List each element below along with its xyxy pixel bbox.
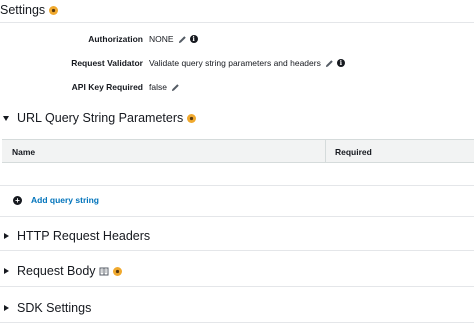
help-info-icon[interactable] <box>49 5 59 15</box>
pencil-icon[interactable] <box>178 35 187 44</box>
caret-down-icon <box>3 115 9 121</box>
authorization-label: Authorization <box>88 34 143 44</box>
authorization-value: NONE <box>149 34 174 44</box>
divider <box>0 286 474 287</box>
column-separator <box>325 140 326 162</box>
sdk-settings-title: SDK Settings <box>17 301 92 315</box>
api-key-required-value-row: false <box>149 82 180 92</box>
column-name[interactable]: Name <box>12 147 35 157</box>
caret-right-icon <box>4 233 9 239</box>
settings-title: Settings <box>0 3 59 17</box>
divider <box>0 322 474 323</box>
query-params-toggle[interactable]: URL Query String Parameters <box>0 111 197 125</box>
authorization-value-row: NONE i <box>149 34 198 44</box>
pencil-icon[interactable] <box>171 83 180 92</box>
request-validator-value-row: Validate query string parameters and hea… <box>149 58 345 68</box>
query-params-table-header: Name Required <box>2 139 474 163</box>
caret-right-icon <box>4 305 9 311</box>
divider <box>0 250 474 251</box>
divider <box>0 216 474 217</box>
table-bottom-divider <box>0 185 474 186</box>
plus-circle-icon: + <box>13 195 22 205</box>
api-key-required-value: false <box>149 82 167 92</box>
info-circle-icon[interactable]: i <box>336 59 345 67</box>
help-info-icon[interactable] <box>112 266 122 276</box>
add-query-string-button[interactable]: + Add query string <box>13 195 99 205</box>
add-query-string-label: Add query string <box>31 195 100 205</box>
divider <box>0 22 474 23</box>
http-request-headers-title: HTTP Request Headers <box>17 229 151 243</box>
http-request-headers-toggle[interactable]: HTTP Request Headers <box>0 229 150 243</box>
sdk-settings-toggle[interactable]: SDK Settings <box>0 301 91 315</box>
column-required[interactable]: Required <box>335 147 372 157</box>
query-params-title: URL Query String Parameters <box>17 111 184 125</box>
book-icon <box>99 267 109 275</box>
info-circle-icon[interactable]: i <box>189 35 198 43</box>
api-key-required-label: API Key Required <box>71 82 143 92</box>
caret-right-icon <box>4 268 9 274</box>
request-validator-label: Request Validator <box>71 58 143 68</box>
request-body-title: Request Body <box>17 264 96 278</box>
help-info-icon[interactable] <box>187 113 197 123</box>
pencil-icon[interactable] <box>325 59 334 68</box>
request-validator-value: Validate query string parameters and hea… <box>149 58 321 68</box>
request-body-toggle[interactable]: Request Body <box>0 264 122 278</box>
settings-label: Settings <box>0 3 46 17</box>
